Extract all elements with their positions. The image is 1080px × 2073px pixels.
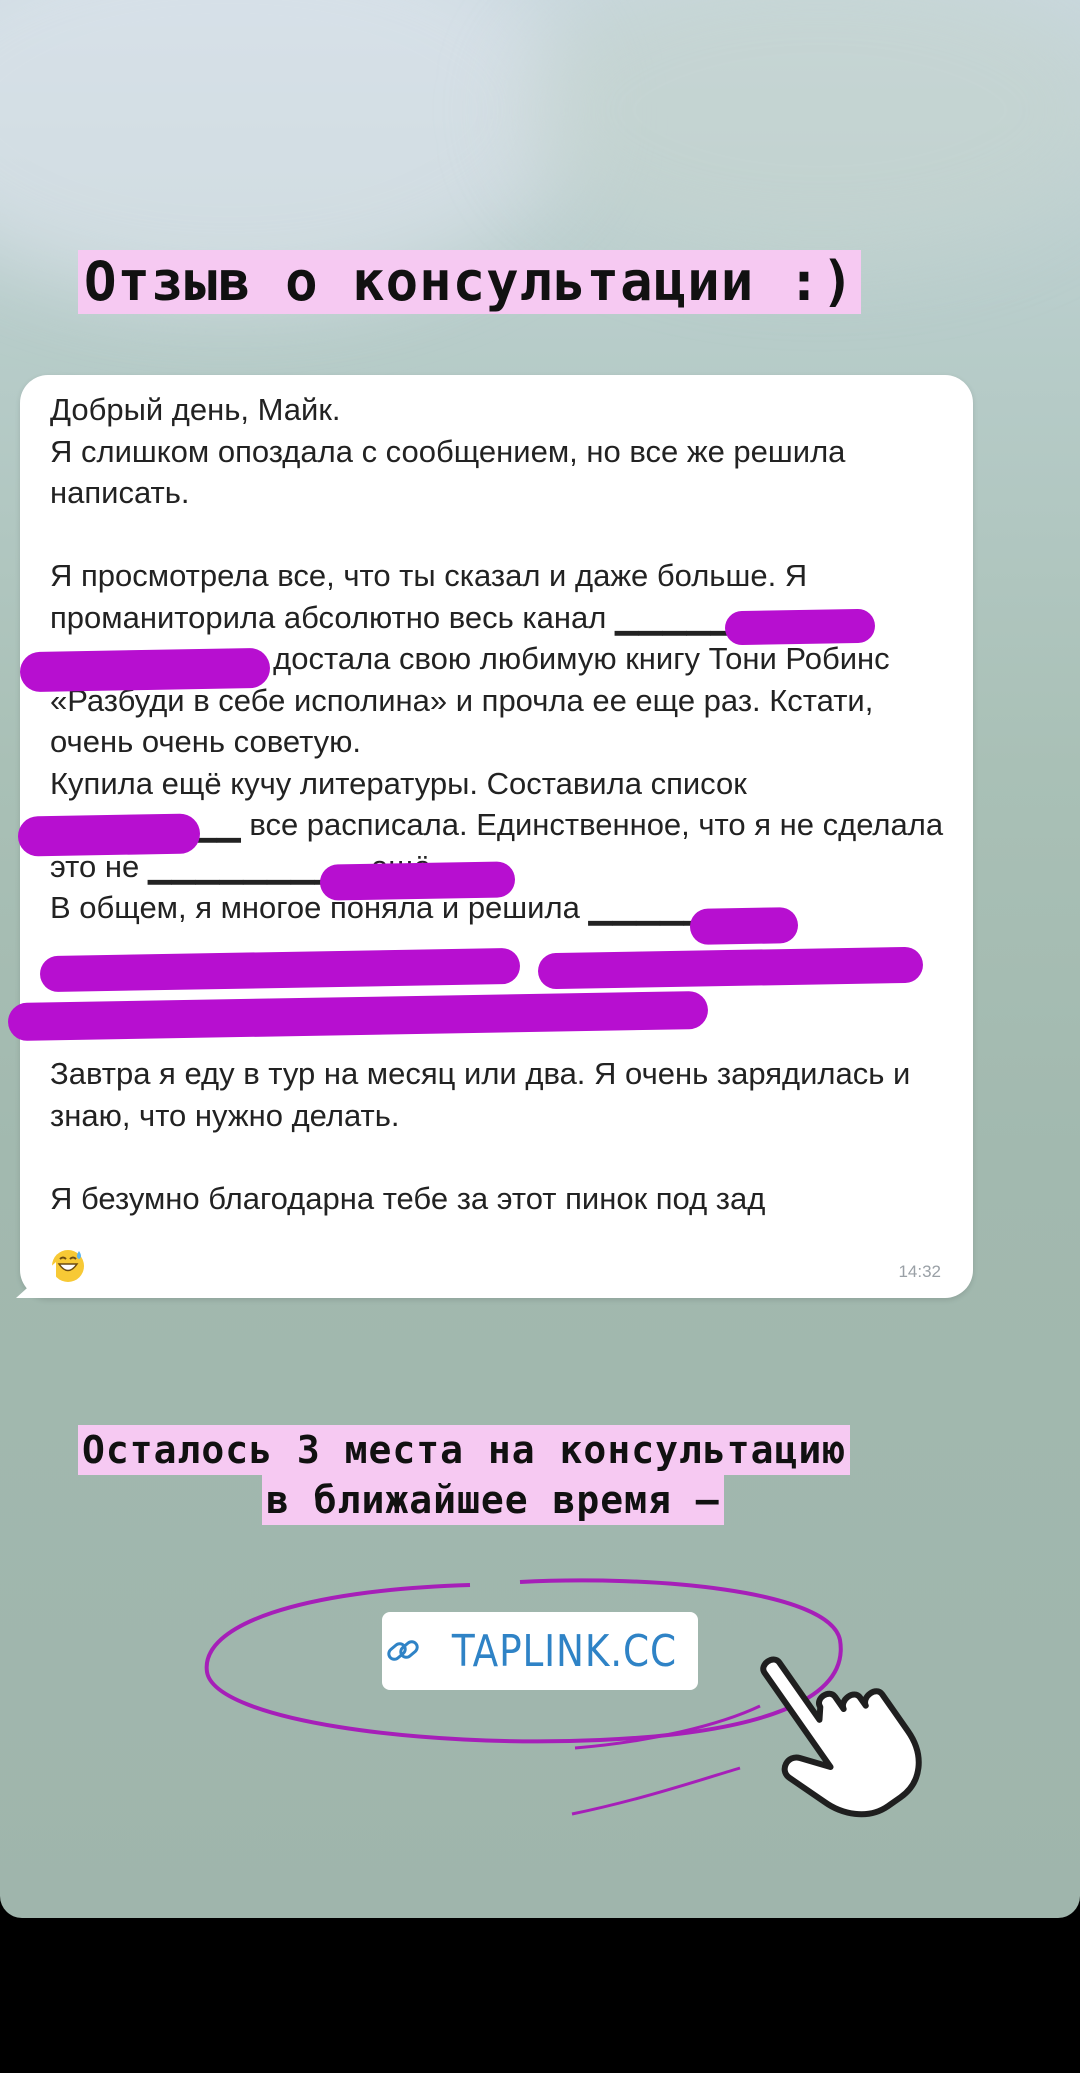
- story-frame: Отзыв о консультации :) Добрый день, Май…: [0, 0, 1080, 1918]
- hand-pointer-icon: [760, 1656, 922, 1818]
